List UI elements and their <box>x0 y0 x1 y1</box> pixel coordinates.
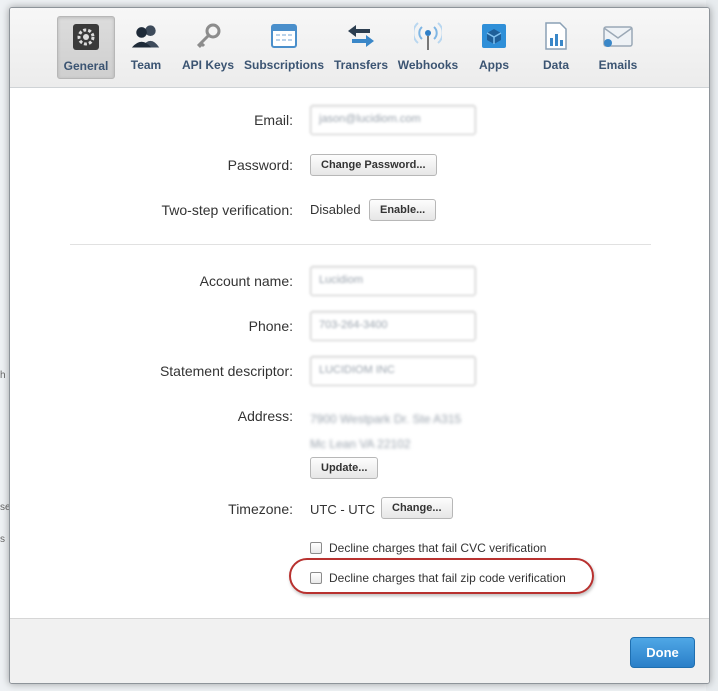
done-button[interactable]: Done <box>630 637 695 668</box>
envelope-icon <box>603 21 633 51</box>
enable-two-step-button[interactable]: Enable... <box>369 199 437 221</box>
phone-row: Phone: 703-264-3400 <box>10 311 709 341</box>
change-timezone-button[interactable]: Change... <box>381 497 453 519</box>
annotation-highlight-oval <box>289 558 594 594</box>
tab-data[interactable]: Data <box>525 16 587 79</box>
tab-label: Data <box>542 58 569 72</box>
broadcast-icon <box>413 21 443 51</box>
account-name-label: Account name: <box>199 273 293 289</box>
phone-field[interactable]: 703-264-3400 <box>310 311 476 341</box>
update-address-button[interactable]: Update... <box>310 457 379 479</box>
address-line-2: Mc Lean VA 22102 <box>310 437 411 451</box>
background-text: h <box>0 370 6 381</box>
background-text: s <box>0 534 5 545</box>
timezone-value: UTC - UTC <box>310 502 375 517</box>
settings-tabs: General Team API Keys Subscriptions Tran… <box>57 16 649 79</box>
transfer-arrows-icon <box>346 21 376 51</box>
tab-subscriptions[interactable]: Subscriptions <box>239 16 329 79</box>
tab-transfers[interactable]: Transfers <box>329 16 393 79</box>
cube-icon <box>479 21 509 51</box>
tab-label: API Keys <box>181 58 235 72</box>
change-password-button[interactable]: Change Password... <box>310 154 437 176</box>
tab-emails[interactable]: Emails <box>587 16 649 79</box>
gear-icon <box>71 22 101 52</box>
decline-cvc-option[interactable]: Decline charges that fail CVC verificati… <box>310 541 546 555</box>
tab-label: General <box>63 59 109 73</box>
email-label: Email: <box>254 112 293 128</box>
two-step-status: Disabled <box>310 202 361 217</box>
tab-label: Subscriptions <box>243 58 324 72</box>
tab-general[interactable]: General <box>57 16 115 79</box>
tab-label: Emails <box>598 58 638 72</box>
tab-label: Team <box>130 58 162 72</box>
key-icon <box>193 21 223 51</box>
decline-cvc-label: Decline charges that fail CVC verificati… <box>329 541 547 555</box>
tab-label: Apps <box>479 58 509 72</box>
email-row: Email: jason@lucidiom.com <box>10 105 709 135</box>
two-step-label: Two-step verification: <box>161 202 294 218</box>
account-name-field[interactable]: Lucidiom <box>310 266 476 296</box>
tab-label: Webhooks <box>397 58 459 72</box>
timezone-row: Timezone: UTC - UTC Change... <box>10 494 709 524</box>
dialog-footer: Done <box>10 618 709 683</box>
section-divider <box>70 244 651 245</box>
account-settings-dialog: General Team API Keys Subscriptions Tran… <box>9 7 710 684</box>
document-chart-icon <box>541 21 571 51</box>
email-field[interactable]: jason@lucidiom.com <box>310 105 476 135</box>
decline-cvc-checkbox[interactable] <box>310 542 322 554</box>
account-name-row: Account name: Lucidiom <box>10 266 709 296</box>
tab-apps[interactable]: Apps <box>463 16 525 79</box>
address-line-1: 7900 Westpark Dr. Ste A315 <box>310 412 462 426</box>
statement-descriptor-field[interactable]: LUCIDIOM INC <box>310 356 476 386</box>
tab-label: Transfers <box>333 58 389 72</box>
phone-label: Phone: <box>248 318 293 334</box>
password-row: Password: Change Password... <box>10 150 709 180</box>
password-label: Password: <box>227 157 293 173</box>
settings-toolbar: General Team API Keys Subscriptions Tran… <box>10 8 709 88</box>
calendar-icon <box>269 21 299 51</box>
address-label: Address: <box>237 408 293 424</box>
timezone-label: Timezone: <box>228 501 293 517</box>
team-icon <box>131 21 161 51</box>
tab-team[interactable]: Team <box>115 16 177 79</box>
tab-webhooks[interactable]: Webhooks <box>393 16 463 79</box>
two-step-row: Two-step verification: Disabled Enable..… <box>10 195 709 225</box>
tab-api-keys[interactable]: API Keys <box>177 16 239 79</box>
statement-descriptor-label: Statement descriptor: <box>159 363 293 379</box>
statement-descriptor-row: Statement descriptor: LUCIDIOM INC <box>10 356 709 386</box>
